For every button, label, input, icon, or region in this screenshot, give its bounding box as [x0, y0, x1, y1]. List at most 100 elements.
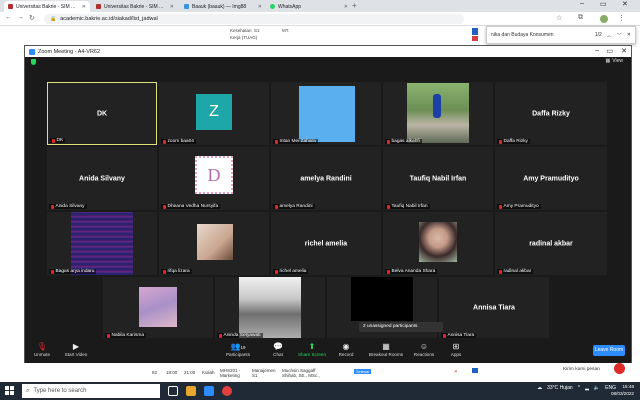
file-explorer-icon[interactable] — [186, 386, 196, 396]
close-tab-icon[interactable]: ✕ — [170, 4, 174, 10]
chat-widget-icon[interactable] — [614, 363, 625, 374]
participant-name: Bagas arya indaru — [55, 269, 95, 274]
participant-tile[interactable]: richel amelia richel amelia — [271, 212, 381, 275]
lock-icon: 🔒 — [50, 16, 57, 22]
muted-mic-icon — [275, 204, 278, 209]
participant-tile[interactable]: rifqa lizara — [159, 212, 269, 275]
taskbar-search[interactable]: ⌕ Type here to search — [22, 384, 160, 398]
unassigned-participants-notice[interactable]: 2 unassigned participants — [359, 322, 443, 332]
participant-tile[interactable]: amelya Randini amelya Randini — [271, 147, 381, 210]
participant-name-display: richel amelia — [304, 240, 348, 247]
chat-button[interactable]: 💬 Chat — [261, 342, 295, 357]
show-hidden-icons-icon[interactable]: ^ — [578, 385, 580, 391]
task-view-icon[interactable] — [168, 386, 178, 396]
muted-mic-icon — [499, 204, 502, 209]
browser-tab[interactable]: Universitas Bakrie - SIM Akade ✕ — [4, 1, 90, 12]
edit-icon[interactable] — [472, 368, 478, 373]
muted-mic-icon: 🎙 — [36, 342, 48, 351]
find-count: 1/2 — [594, 32, 602, 38]
participant-tile[interactable]: Aninda Setyawati — [215, 277, 325, 339]
participant-tile[interactable]: Annisa Tiara Annisa Tiara — [439, 277, 549, 339]
clock[interactable]: 15:46 08/03/2022 — [611, 384, 634, 397]
leave-room-button[interactable]: Leave Room — [593, 345, 625, 356]
minimize-icon[interactable]: – — [595, 47, 599, 54]
participant-tile[interactable]: D Dheana Vedha Nursyifa — [159, 147, 269, 210]
close-tab-icon[interactable]: ✕ — [258, 4, 262, 10]
network-icon[interactable]: ▂ — [585, 385, 589, 391]
star-icon[interactable]: ☆ — [556, 14, 562, 22]
participants-icon: 👥19 — [230, 342, 246, 351]
volume-icon[interactable]: 🔈 — [594, 385, 600, 391]
close-window-icon[interactable]: ✕ — [621, 47, 627, 55]
unmute-button[interactable]: 🎙 Unmute — [25, 342, 59, 357]
delete-icon[interactable]: ✕ — [454, 369, 458, 375]
start-video-button[interactable]: ▶ Start Video — [59, 342, 93, 357]
close-tab-icon[interactable]: ✕ — [82, 4, 86, 10]
find-next-icon[interactable]: ﹀ — [617, 32, 622, 39]
profile-avatar[interactable] — [600, 15, 608, 23]
cell-text: Muchsin Saggaff Shihab, SE., MSc., — [282, 368, 320, 378]
minimize-icon[interactable]: – — [580, 0, 584, 7]
university-favicon-icon — [8, 4, 13, 9]
profile-picture — [71, 212, 133, 275]
muted-mic-icon — [387, 139, 390, 144]
participant-label: Bagas arya indaru — [49, 269, 97, 274]
breakout-rooms-button[interactable]: ▦ Breakout Rooms — [365, 342, 407, 357]
participant-tile[interactable]: Belva Ananda Shara — [383, 212, 493, 275]
menu-icon[interactable]: ⋮ — [618, 14, 625, 22]
participant-tile[interactable]: Intan Mei Zahara — [271, 82, 381, 145]
chrome-icon[interactable] — [222, 386, 232, 396]
browser-tab[interactable]: Universitas Bakrie - SIM Akade ✕ — [92, 1, 178, 12]
participant-tile[interactable]: Amy Pramudityo Amy Pramudityo — [495, 147, 607, 210]
browser-tab[interactable]: WhatsApp ✕ — [266, 1, 352, 12]
participant-tile[interactable]: Daffa Rizky Daffa Rizky — [495, 82, 607, 145]
profile-picture: D — [195, 156, 233, 194]
edit-icon[interactable] — [472, 28, 478, 35]
security-shield-icon[interactable] — [31, 59, 36, 65]
browser-tab[interactable]: Baauk (baauk) — Img88 ✕ — [180, 1, 266, 12]
close-window-icon[interactable]: ✕ — [622, 0, 628, 8]
close-tab-icon[interactable]: ✕ — [344, 4, 348, 10]
search-icon: ⌕ — [26, 387, 30, 394]
forward-icon[interactable]: → — [17, 14, 24, 21]
muted-mic-icon — [163, 204, 166, 209]
participant-tile[interactable]: Nabila Karisma — [103, 277, 213, 339]
participant-tile[interactable]: Taufiq Nabil Irfan Taufiq Nabil Irfan — [383, 147, 493, 210]
find-input[interactable]: nika dan Budaya Konsumen — [491, 32, 590, 38]
extensions-icon[interactable]: ⧉ — [578, 14, 583, 22]
reload-icon[interactable]: ↻ — [29, 14, 35, 22]
windows-start-icon[interactable] — [5, 386, 14, 395]
participant-tile[interactable]: radinal akbar radinal akbar — [495, 212, 607, 275]
back-icon[interactable]: ← — [5, 14, 12, 21]
participant-label: zoom baa04 — [161, 139, 196, 144]
participant-tile[interactable]: Bagas arya indaru — [47, 212, 157, 275]
new-tab-button[interactable]: + — [352, 1, 357, 10]
find-close-icon[interactable]: ✕ — [627, 32, 631, 38]
send-message-widget[interactable]: Kirim kami pesan — [560, 366, 603, 373]
zoom-toolbar: 🎙 Unmute ▶ Start Video 👥19 Participants … — [25, 338, 631, 363]
participant-tile[interactable]: bagas alkahfi — [383, 82, 493, 145]
zoom-meeting-window: Zoom Meeting - A4-VR62 – ▭ ✕ ▦ View DK D… — [24, 45, 632, 363]
apps-button[interactable]: ⊞ Apps — [439, 342, 473, 357]
participant-tile[interactable]: DK DK — [47, 82, 157, 145]
tab-title: WhatsApp — [278, 3, 302, 10]
maximize-icon[interactable]: ▭ — [600, 0, 607, 8]
delete-icon[interactable] — [472, 36, 478, 41]
share-screen-button[interactable]: ⬆ Share Screen — [295, 342, 329, 357]
zoom-app-icon[interactable] — [204, 386, 214, 396]
participant-label: amelya Randini — [273, 204, 315, 209]
participant-name: rifqa lizara — [167, 269, 190, 274]
find-prev-icon[interactable]: ︿ — [607, 32, 612, 39]
url-bar[interactable]: 🔒 academic.bakrie.ac.id/siakad/list_jadw… — [44, 14, 464, 24]
participant-tile[interactable]: Anida Silvany Anida Silvany — [47, 147, 157, 210]
participant-tile[interactable]: Z zoom baa04 — [159, 82, 269, 145]
find-in-page-bar: nika dan Budaya Konsumen 1/2 ︿ ﹀ ✕ — [486, 26, 636, 44]
participants-button[interactable]: 👥19 Participants — [221, 342, 255, 357]
participants-count: 19 — [240, 345, 246, 350]
reactions-button[interactable]: ☺ Reactions — [407, 342, 441, 357]
participant-name: zoom baa04 — [167, 139, 194, 144]
view-button[interactable]: ▦ View — [606, 58, 623, 64]
participant-label: Amy Pramudityo — [497, 204, 541, 209]
record-button[interactable]: ◉ Record — [329, 342, 363, 357]
maximize-icon[interactable]: ▭ — [606, 47, 613, 55]
